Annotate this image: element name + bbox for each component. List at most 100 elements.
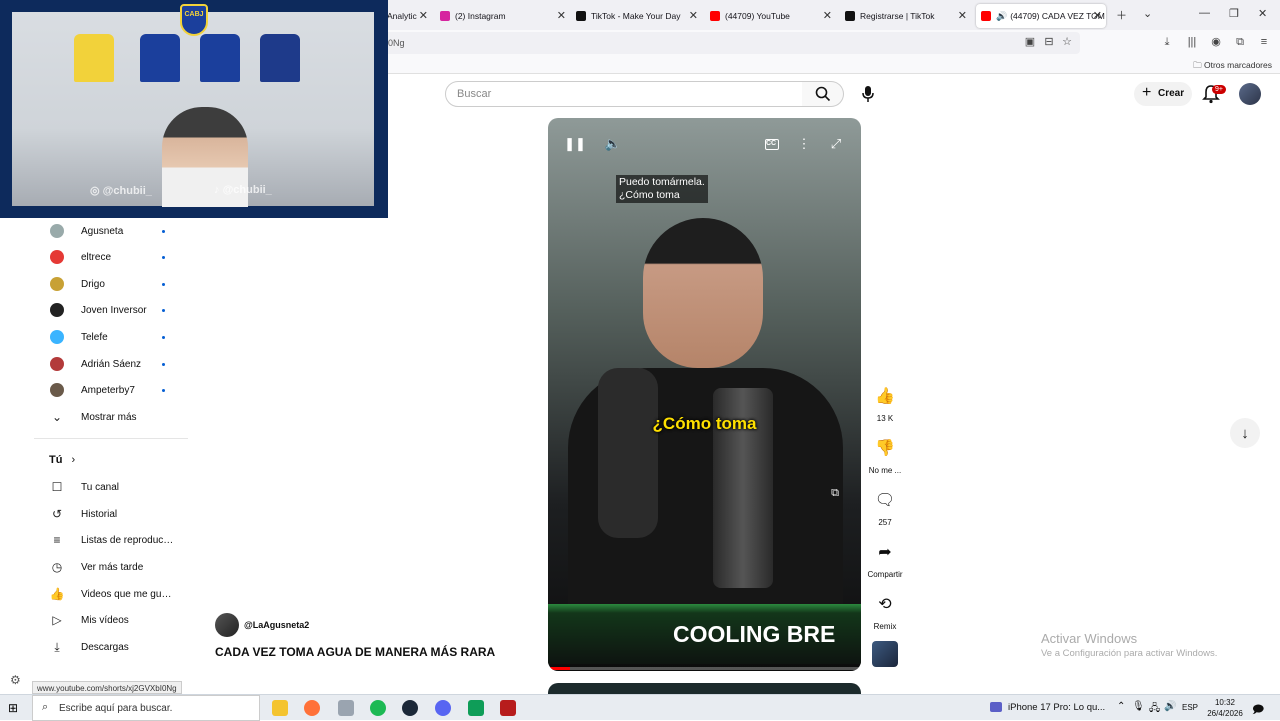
file-explorer-icon[interactable] [272, 700, 288, 716]
account-icon[interactable]: ◉ [1210, 36, 1222, 48]
language-indicator[interactable]: ESP [1182, 703, 1198, 712]
close-icon[interactable]: ✕ [823, 9, 832, 22]
sidebar-item-downloads[interactable]: ⤓ Descargas [34, 634, 188, 660]
window-close-icon[interactable]: ✕ [1258, 7, 1267, 20]
search-input[interactable]: Buscar [445, 81, 803, 107]
youtube-icon [710, 11, 720, 21]
library-icon[interactable]: ||| [1186, 36, 1198, 48]
channel-handle[interactable]: @LaAgusneta2 [244, 620, 309, 630]
microphone-icon[interactable]: 🎙 [1132, 701, 1145, 712]
person-icon: ☐ [51, 480, 63, 494]
sidebar-item-your-channel[interactable]: ☐ Tu canal [34, 474, 188, 500]
new-content-dot [162, 335, 165, 339]
sidebar-item-liked-videos[interactable]: 👍 Videos que me gustan [34, 581, 188, 607]
voice-search-button[interactable] [854, 81, 882, 107]
video-frame-microphone [598, 368, 658, 538]
video-title: CADA VEZ TOMA AGUA DE MANERA MÁS RARA [215, 645, 496, 659]
fullscreen-icon[interactable]: ⤢ [825, 133, 847, 155]
progress-bar[interactable] [548, 667, 861, 670]
expand-icon[interactable]: ⧉ [824, 482, 846, 504]
share-button[interactable]: ➦ Compartir [866, 539, 904, 579]
save-page-icon[interactable]: ⊟ [1043, 36, 1055, 48]
comment-icon: 🗨 [874, 492, 896, 509]
tab-current-video[interactable]: 🔊 (44709) CADA VEZ TOM ✕ [976, 4, 1106, 28]
close-icon[interactable]: ✕ [557, 9, 566, 22]
app-icon[interactable] [468, 700, 484, 716]
shorts-video-player[interactable]: Puedo tomármela. ¿Cómo toma ¿Cómo toma CO… [548, 118, 861, 671]
captions-button[interactable]: CC [761, 133, 783, 155]
volume-icon[interactable]: 🔊 [1164, 701, 1176, 712]
network-icon[interactable]: 🖧 [1149, 701, 1160, 718]
tab-tiktok[interactable]: TikTok - Make Your Day ✕ [576, 4, 702, 28]
close-icon[interactable]: ✕ [419, 9, 428, 22]
sidebar-item-my-videos[interactable]: ▷ Mis vídeos [34, 607, 188, 633]
tab-youtube[interactable]: (44709) YouTube ✕ [710, 4, 836, 28]
notification-badge: 9+ [1212, 85, 1226, 94]
tab-list-icon[interactable]: ⌄ [1143, 7, 1152, 20]
tab-analytics[interactable]: Analytic ✕ [387, 4, 432, 28]
new-tab-icon[interactable]: ＋ [1116, 7, 1127, 23]
game-app-icon[interactable] [338, 700, 354, 716]
dislike-button[interactable]: 👎 No me ... [866, 435, 904, 475]
video-banner-text: COOLING BRE [673, 621, 836, 647]
pause-icon[interactable]: ❚❚ [564, 133, 586, 155]
app-icon[interactable] [500, 700, 516, 716]
remix-button[interactable]: ⟲ Remix [866, 591, 904, 631]
more-options-icon[interactable]: ⋮ [793, 133, 815, 155]
caption-large: ¿Cómo toma [652, 414, 757, 433]
tab-tiktok-signup[interactable]: Registrarse | TikTok ✕ [845, 4, 971, 28]
sidebar-item-playlists[interactable]: ≡ Listas de reproducción [34, 527, 188, 553]
speaker-icon[interactable]: 🔊 [996, 11, 1007, 22]
playlist-icon: ≡ [53, 533, 61, 547]
sidebar-item-telefe[interactable]: Telefe [34, 324, 188, 350]
channel-thumbnail[interactable] [872, 641, 898, 667]
arrow-down-icon[interactable]: ↓ [1230, 418, 1260, 448]
thumbs-down-icon: 👎 [875, 440, 895, 457]
sidebar-item-joven-inversor[interactable]: Joven Inversor [34, 297, 188, 323]
bookmark-star-icon[interactable]: ☆ [1061, 36, 1073, 48]
windows-start-icon[interactable]: ⊞ [8, 701, 22, 715]
history-icon: ↺ [51, 507, 63, 521]
taskbar-search-input[interactable]: ⌕ Escribe aquí para buscar. [32, 695, 260, 721]
you-section-header[interactable]: Tú › [49, 454, 75, 466]
picture-in-picture-icon[interactable]: ▣ [1024, 36, 1036, 48]
clock[interactable]: 10:32 26/4/2026 [1204, 697, 1246, 719]
extensions-icon[interactable]: ⧉ [1234, 36, 1246, 48]
chevron-up-icon[interactable]: ⌃ [1117, 701, 1125, 712]
like-button[interactable]: 👍 13 K [866, 383, 904, 423]
restore-icon[interactable]: ❐ [1229, 7, 1239, 20]
minimize-icon[interactable]: — [1199, 7, 1210, 19]
sidebar-item-history[interactable]: ↺ Historial [34, 501, 188, 527]
downloads-icon[interactable]: ⤓ [1161, 36, 1173, 48]
url-field[interactable]: 0Ng [380, 32, 1080, 54]
spotify-icon[interactable] [370, 700, 386, 716]
show-more-button[interactable]: ⌄ Mostrar más [34, 404, 188, 430]
menu-icon[interactable]: ≡ [1258, 36, 1270, 48]
gear-icon[interactable]: ⚙ [10, 673, 21, 687]
steam-icon[interactable] [402, 700, 418, 716]
sidebar-item-eltrece[interactable]: eltrece [34, 244, 188, 270]
avatar[interactable] [1239, 83, 1261, 105]
volume-icon[interactable]: 🔈 [602, 133, 624, 155]
other-bookmarks[interactable]: 🗀 Otros marcadores [1193, 60, 1272, 74]
sidebar-item-drigo[interactable]: Drigo [34, 271, 188, 297]
sidebar-item-watch-later[interactable]: ◷ Ver más tarde [34, 554, 188, 580]
close-icon[interactable]: ✕ [958, 9, 967, 22]
channel-avatar[interactable] [215, 613, 239, 637]
close-icon[interactable]: ✕ [1093, 9, 1102, 22]
sidebar-item-ampeterby7[interactable]: Ampeterby7 [34, 377, 188, 403]
sidebar-item-agusneta[interactable]: Agusneta [34, 218, 188, 244]
discord-icon[interactable] [435, 700, 451, 716]
create-button[interactable]: + Crear [1134, 82, 1192, 106]
search-button[interactable] [802, 81, 844, 107]
tab-instagram[interactable]: (2) Instagram ✕ [440, 4, 570, 28]
close-icon[interactable]: ✕ [689, 9, 698, 22]
firefox-icon[interactable] [304, 700, 320, 716]
tiktok-icon [576, 11, 586, 21]
channel-avatar [50, 357, 64, 371]
notification-center-icon[interactable]: 🗩 [1252, 701, 1264, 720]
sidebar-item-adrian-saenz[interactable]: Adrián Sáenz [34, 351, 188, 377]
instagram-handle: ◎ @chubii_ [90, 185, 152, 197]
comments-button[interactable]: 🗨 257 [866, 487, 904, 527]
media-widget[interactable]: iPhone 17 Pro: Lo qu... [990, 702, 1105, 713]
